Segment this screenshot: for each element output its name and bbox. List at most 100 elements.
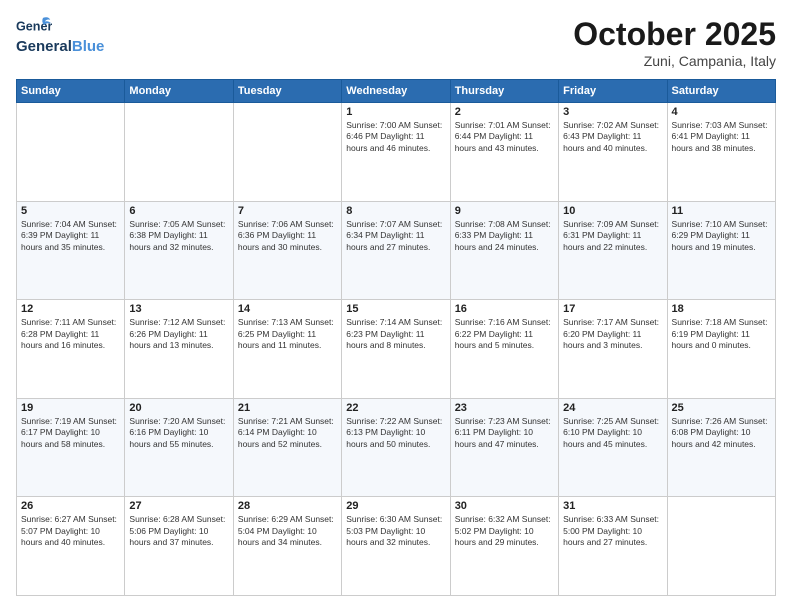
month-title: October 2025 <box>573 16 776 53</box>
calendar-cell: 15 Sunrise: 7:14 AM Sunset: 6:23 PM Dayli… <box>342 300 450 399</box>
day-number: 24 <box>563 402 662 414</box>
calendar-cell: 2 Sunrise: 7:01 AM Sunset: 6:44 PM Daylig… <box>450 103 558 202</box>
day-number: 18 <box>672 303 771 315</box>
day-number: 29 <box>346 500 445 512</box>
calendar-cell: 22Sunrise: 7:22 AM Sunset: 6:13 PM Dayli… <box>342 398 450 497</box>
calendar-cell: 7 Sunrise: 7:06 AM Sunset: 6:36 PM Daylig… <box>233 201 341 300</box>
calendar-week-2: 12Sunrise: 7:11 AM Sunset: 6:28 PM Dayli… <box>17 300 776 399</box>
calendar-cell: 13 Sunrise: 7:12 AM Sunset: 6:26 PM Dayli… <box>125 300 233 399</box>
calendar-cell: 28 Sunrise: 6:29 AM Sunset: 5:04 PM Dayli… <box>233 497 341 596</box>
day-number: 13 <box>129 303 228 315</box>
calendar-header-wednesday: Wednesday <box>342 80 450 103</box>
header: General General Blue October 2025 Zuni, … <box>16 16 776 69</box>
calendar-cell: 1 Sunrise: 7:00 AM Sunset: 6:46 PM Daylig… <box>342 103 450 202</box>
day-number: 4 <box>672 106 771 118</box>
day-number: 20 <box>129 402 228 414</box>
day-info: Sunrise: 6:32 AM Sunset: 5:02 PM Dayligh… <box>455 514 554 548</box>
day-info: Sunrise: 7:06 AM Sunset: 6:36 PM Dayligh… <box>238 219 337 253</box>
subtitle: Zuni, Campania, Italy <box>573 53 776 69</box>
calendar-week-3: 19Sunrise: 7:19 AM Sunset: 6:17 PM Dayli… <box>17 398 776 497</box>
calendar-cell: 24 Sunrise: 7:25 AM Sunset: 6:10 PM Dayli… <box>559 398 667 497</box>
day-info: Sunrise: 7:13 AM Sunset: 6:25 PM Dayligh… <box>238 317 337 351</box>
title-section: October 2025 Zuni, Campania, Italy <box>573 16 776 69</box>
day-info: Sunrise: 7:08 AM Sunset: 6:33 PM Dayligh… <box>455 219 554 253</box>
day-info: Sunrise: 6:27 AM Sunset: 5:07 PM Dayligh… <box>21 514 120 548</box>
calendar-cell: 25 Sunrise: 7:26 AM Sunset: 6:08 PM Dayli… <box>667 398 775 497</box>
day-info: Sunrise: 7:02 AM Sunset: 6:43 PM Dayligh… <box>563 120 662 154</box>
calendar-cell: 5 Sunrise: 7:04 AM Sunset: 6:39 PM Daylig… <box>17 201 125 300</box>
calendar-header-monday: Monday <box>125 80 233 103</box>
calendar-week-1: 5 Sunrise: 7:04 AM Sunset: 6:39 PM Daylig… <box>17 201 776 300</box>
calendar-cell: 8 Sunrise: 7:07 AM Sunset: 6:34 PM Daylig… <box>342 201 450 300</box>
day-number: 9 <box>455 205 554 217</box>
day-number: 28 <box>238 500 337 512</box>
calendar-cell: 3Sunrise: 7:02 AM Sunset: 6:43 PM Daylig… <box>559 103 667 202</box>
calendar-cell: 31 Sunrise: 6:33 AM Sunset: 5:00 PM Dayli… <box>559 497 667 596</box>
day-info: Sunrise: 7:10 AM Sunset: 6:29 PM Dayligh… <box>672 219 771 253</box>
calendar-cell: 23 Sunrise: 7:23 AM Sunset: 6:11 PM Dayli… <box>450 398 558 497</box>
day-info: Sunrise: 6:33 AM Sunset: 5:00 PM Dayligh… <box>563 514 662 548</box>
calendar-cell: 4Sunrise: 7:03 AM Sunset: 6:41 PM Daylig… <box>667 103 775 202</box>
calendar-cell: 20Sunrise: 7:20 AM Sunset: 6:16 PM Dayli… <box>125 398 233 497</box>
day-number: 22 <box>346 402 445 414</box>
calendar-header-row: SundayMondayTuesdayWednesdayThursdayFrid… <box>17 80 776 103</box>
calendar-header-tuesday: Tuesday <box>233 80 341 103</box>
page: General General Blue October 2025 Zuni, … <box>0 0 792 612</box>
logo-icon: General <box>16 16 52 36</box>
day-info: Sunrise: 7:23 AM Sunset: 6:11 PM Dayligh… <box>455 416 554 450</box>
day-info: Sunrise: 7:12 AM Sunset: 6:26 PM Dayligh… <box>129 317 228 351</box>
calendar-cell: 26 Sunrise: 6:27 AM Sunset: 5:07 PM Dayli… <box>17 497 125 596</box>
day-info: Sunrise: 7:17 AM Sunset: 6:20 PM Dayligh… <box>563 317 662 351</box>
day-number: 30 <box>455 500 554 512</box>
day-number: 11 <box>672 205 771 217</box>
calendar-header-thursday: Thursday <box>450 80 558 103</box>
day-number: 23 <box>455 402 554 414</box>
day-number: 5 <box>21 205 120 217</box>
calendar-cell: 9 Sunrise: 7:08 AM Sunset: 6:33 PM Daylig… <box>450 201 558 300</box>
calendar-cell <box>17 103 125 202</box>
day-info: Sunrise: 6:30 AM Sunset: 5:03 PM Dayligh… <box>346 514 445 548</box>
day-info: Sunrise: 6:29 AM Sunset: 5:04 PM Dayligh… <box>238 514 337 548</box>
day-info: Sunrise: 7:00 AM Sunset: 6:46 PM Dayligh… <box>346 120 445 154</box>
calendar-header-saturday: Saturday <box>667 80 775 103</box>
day-number: 2 <box>455 106 554 118</box>
calendar-header-friday: Friday <box>559 80 667 103</box>
calendar-cell: 27Sunrise: 6:28 AM Sunset: 5:06 PM Dayli… <box>125 497 233 596</box>
day-info: Sunrise: 7:07 AM Sunset: 6:34 PM Dayligh… <box>346 219 445 253</box>
day-number: 27 <box>129 500 228 512</box>
day-number: 15 <box>346 303 445 315</box>
calendar-cell: 14 Sunrise: 7:13 AM Sunset: 6:25 PM Dayli… <box>233 300 341 399</box>
calendar-cell: 21Sunrise: 7:21 AM Sunset: 6:14 PM Dayli… <box>233 398 341 497</box>
day-info: Sunrise: 7:25 AM Sunset: 6:10 PM Dayligh… <box>563 416 662 450</box>
calendar-cell <box>233 103 341 202</box>
day-info: Sunrise: 7:04 AM Sunset: 6:39 PM Dayligh… <box>21 219 120 253</box>
day-number: 1 <box>346 106 445 118</box>
calendar-table: SundayMondayTuesdayWednesdayThursdayFrid… <box>16 79 776 596</box>
calendar-cell: 11 Sunrise: 7:10 AM Sunset: 6:29 PM Dayli… <box>667 201 775 300</box>
day-number: 6 <box>129 205 228 217</box>
day-number: 26 <box>21 500 120 512</box>
day-info: Sunrise: 7:01 AM Sunset: 6:44 PM Dayligh… <box>455 120 554 154</box>
calendar-cell <box>667 497 775 596</box>
logo-general: General <box>16 38 72 55</box>
day-number: 19 <box>21 402 120 414</box>
calendar-cell: 29 Sunrise: 6:30 AM Sunset: 5:03 PM Dayli… <box>342 497 450 596</box>
day-number: 8 <box>346 205 445 217</box>
day-number: 7 <box>238 205 337 217</box>
day-info: Sunrise: 7:14 AM Sunset: 6:23 PM Dayligh… <box>346 317 445 351</box>
day-info: Sunrise: 7:26 AM Sunset: 6:08 PM Dayligh… <box>672 416 771 450</box>
day-number: 25 <box>672 402 771 414</box>
logo: General General Blue <box>16 16 104 55</box>
calendar-cell: 16Sunrise: 7:16 AM Sunset: 6:22 PM Dayli… <box>450 300 558 399</box>
calendar-week-4: 26 Sunrise: 6:27 AM Sunset: 5:07 PM Dayli… <box>17 497 776 596</box>
day-number: 31 <box>563 500 662 512</box>
day-number: 14 <box>238 303 337 315</box>
day-info: Sunrise: 7:18 AM Sunset: 6:19 PM Dayligh… <box>672 317 771 351</box>
calendar-cell: 12Sunrise: 7:11 AM Sunset: 6:28 PM Dayli… <box>17 300 125 399</box>
day-info: Sunrise: 7:05 AM Sunset: 6:38 PM Dayligh… <box>129 219 228 253</box>
calendar-cell: 17Sunrise: 7:17 AM Sunset: 6:20 PM Dayli… <box>559 300 667 399</box>
calendar-cell: 30 Sunrise: 6:32 AM Sunset: 5:02 PM Dayli… <box>450 497 558 596</box>
day-info: Sunrise: 7:09 AM Sunset: 6:31 PM Dayligh… <box>563 219 662 253</box>
calendar-cell: 6 Sunrise: 7:05 AM Sunset: 6:38 PM Daylig… <box>125 201 233 300</box>
logo-blue: Blue <box>72 38 105 55</box>
